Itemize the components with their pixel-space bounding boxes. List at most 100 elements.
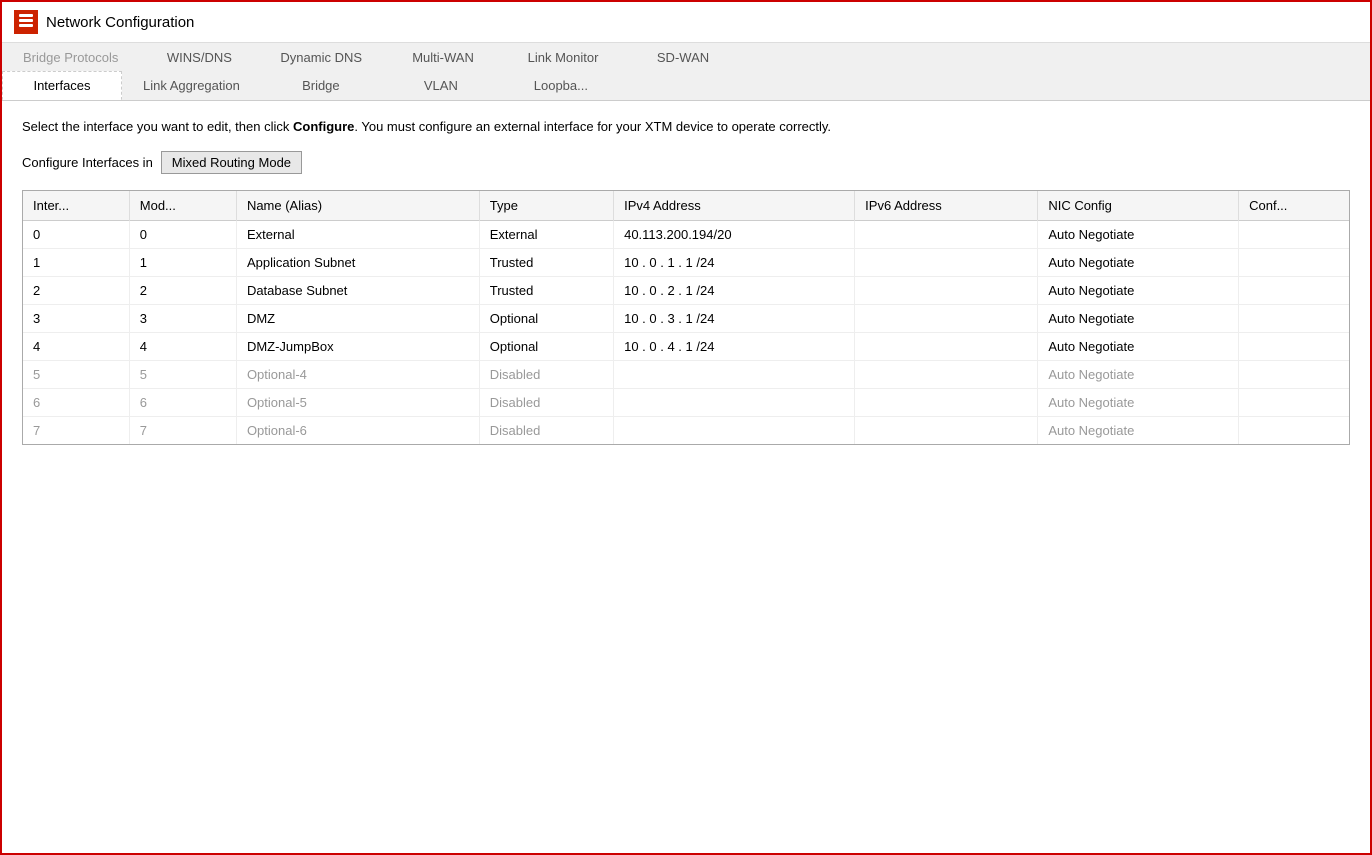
- app-icon: [14, 10, 38, 34]
- tabs-row-2: Interfaces Link Aggregation Bridge VLAN …: [2, 71, 1370, 100]
- tab-interfaces[interactable]: Interfaces: [2, 71, 122, 100]
- cell-nic: Auto Negotiate: [1038, 332, 1239, 360]
- tab-bridge[interactable]: Bridge: [261, 71, 381, 100]
- cell-configure: [1239, 304, 1349, 332]
- cell-ipv6: [855, 276, 1038, 304]
- cell-name: Application Subnet: [236, 248, 479, 276]
- description-text: Select the interface you want to edit, t…: [22, 117, 1350, 137]
- tabs-container: Bridge Protocols WINS/DNS Dynamic DNS Mu…: [2, 43, 1370, 101]
- cell-interface: 2: [23, 276, 129, 304]
- cell-nic: Auto Negotiate: [1038, 304, 1239, 332]
- table-row[interactable]: 77Optional-6DisabledAuto Negotiate: [23, 416, 1349, 444]
- cell-ipv6: [855, 248, 1038, 276]
- tab-link-aggregation[interactable]: Link Aggregation: [122, 71, 261, 100]
- cell-interface: 6: [23, 388, 129, 416]
- configure-bold: Configure: [293, 119, 354, 134]
- cell-configure: [1239, 416, 1349, 444]
- col-ipv6: IPv6 Address: [855, 191, 1038, 221]
- cell-nic: Auto Negotiate: [1038, 416, 1239, 444]
- table-row[interactable]: 00ExternalExternal40.113.200.194/20Auto …: [23, 220, 1349, 248]
- cell-nic: Auto Negotiate: [1038, 388, 1239, 416]
- cell-name: Optional-4: [236, 360, 479, 388]
- cell-ipv4: [614, 388, 855, 416]
- cell-ipv6: [855, 220, 1038, 248]
- table-row[interactable]: 44DMZ-JumpBoxOptional10 . 0 . 4 . 1 /24A…: [23, 332, 1349, 360]
- tab-wins-dns[interactable]: WINS/DNS: [139, 43, 259, 71]
- tab-multi-wan[interactable]: Multi-WAN: [383, 43, 503, 71]
- interfaces-table-wrapper: Inter... Mod... Name (Alias) Type IPv4 A…: [22, 190, 1350, 445]
- content-area: Select the interface you want to edit, t…: [2, 101, 1370, 461]
- cell-name: Database Subnet: [236, 276, 479, 304]
- cell-type: Trusted: [479, 276, 613, 304]
- table-row[interactable]: 55Optional-4DisabledAuto Negotiate: [23, 360, 1349, 388]
- cell-configure: [1239, 388, 1349, 416]
- cell-name: Optional-6: [236, 416, 479, 444]
- tabs-row-1: Bridge Protocols WINS/DNS Dynamic DNS Mu…: [2, 43, 1370, 71]
- cell-mode: 3: [129, 304, 236, 332]
- cell-type: Disabled: [479, 360, 613, 388]
- cell-type: External: [479, 220, 613, 248]
- cell-ipv6: [855, 360, 1038, 388]
- cell-nic: Auto Negotiate: [1038, 276, 1239, 304]
- col-interface: Inter...: [23, 191, 129, 221]
- col-ipv4: IPv4 Address: [614, 191, 855, 221]
- cell-mode: 7: [129, 416, 236, 444]
- cell-interface: 5: [23, 360, 129, 388]
- cell-ipv6: [855, 388, 1038, 416]
- cell-nic: Auto Negotiate: [1038, 360, 1239, 388]
- cell-mode: 1: [129, 248, 236, 276]
- col-configure: Conf...: [1239, 191, 1349, 221]
- cell-ipv4: 10 . 0 . 2 . 1 /24: [614, 276, 855, 304]
- col-name: Name (Alias): [236, 191, 479, 221]
- tab-dynamic-dns[interactable]: Dynamic DNS: [259, 43, 383, 71]
- tab-sd-wan[interactable]: SD-WAN: [623, 43, 743, 71]
- table-row[interactable]: 22Database SubnetTrusted10 . 0 . 2 . 1 /…: [23, 276, 1349, 304]
- table-row[interactable]: 66Optional-5DisabledAuto Negotiate: [23, 388, 1349, 416]
- cell-mode: 0: [129, 220, 236, 248]
- cell-interface: 7: [23, 416, 129, 444]
- cell-mode: 6: [129, 388, 236, 416]
- cell-configure: [1239, 248, 1349, 276]
- cell-ipv4: 10 . 0 . 1 . 1 /24: [614, 248, 855, 276]
- table-row[interactable]: 33DMZOptional10 . 0 . 3 . 1 /24Auto Nego…: [23, 304, 1349, 332]
- cell-configure: [1239, 220, 1349, 248]
- tab-loopback[interactable]: Loopba...: [501, 71, 621, 100]
- mode-label: Configure Interfaces in: [22, 155, 153, 170]
- cell-type: Optional: [479, 304, 613, 332]
- mode-row: Configure Interfaces in Mixed Routing Mo…: [22, 151, 1350, 174]
- cell-ipv4: 40.113.200.194/20: [614, 220, 855, 248]
- tab-bridge-protocols[interactable]: Bridge Protocols: [2, 43, 139, 71]
- window-title: Network Configuration: [46, 14, 194, 31]
- cell-interface: 0: [23, 220, 129, 248]
- cell-name: External: [236, 220, 479, 248]
- tab-vlan[interactable]: VLAN: [381, 71, 501, 100]
- table-row[interactable]: 11Application SubnetTrusted10 . 0 . 1 . …: [23, 248, 1349, 276]
- cell-nic: Auto Negotiate: [1038, 248, 1239, 276]
- cell-ipv4: [614, 416, 855, 444]
- mode-value: Mixed Routing Mode: [161, 151, 302, 174]
- cell-interface: 3: [23, 304, 129, 332]
- col-nic: NIC Config: [1038, 191, 1239, 221]
- cell-ipv4: [614, 360, 855, 388]
- cell-ipv4: 10 . 0 . 3 . 1 /24: [614, 304, 855, 332]
- cell-mode: 5: [129, 360, 236, 388]
- cell-ipv6: [855, 416, 1038, 444]
- cell-configure: [1239, 276, 1349, 304]
- cell-ipv6: [855, 304, 1038, 332]
- cell-type: Trusted: [479, 248, 613, 276]
- title-bar: Network Configuration: [2, 2, 1370, 43]
- cell-type: Disabled: [479, 388, 613, 416]
- cell-ipv4: 10 . 0 . 4 . 1 /24: [614, 332, 855, 360]
- cell-configure: [1239, 360, 1349, 388]
- cell-mode: 4: [129, 332, 236, 360]
- col-type: Type: [479, 191, 613, 221]
- cell-interface: 4: [23, 332, 129, 360]
- interfaces-table: Inter... Mod... Name (Alias) Type IPv4 A…: [23, 191, 1349, 444]
- cell-type: Optional: [479, 332, 613, 360]
- tab-link-monitor[interactable]: Link Monitor: [503, 43, 623, 71]
- cell-name: DMZ-JumpBox: [236, 332, 479, 360]
- cell-interface: 1: [23, 248, 129, 276]
- col-mode: Mod...: [129, 191, 236, 221]
- cell-name: Optional-5: [236, 388, 479, 416]
- cell-configure: [1239, 332, 1349, 360]
